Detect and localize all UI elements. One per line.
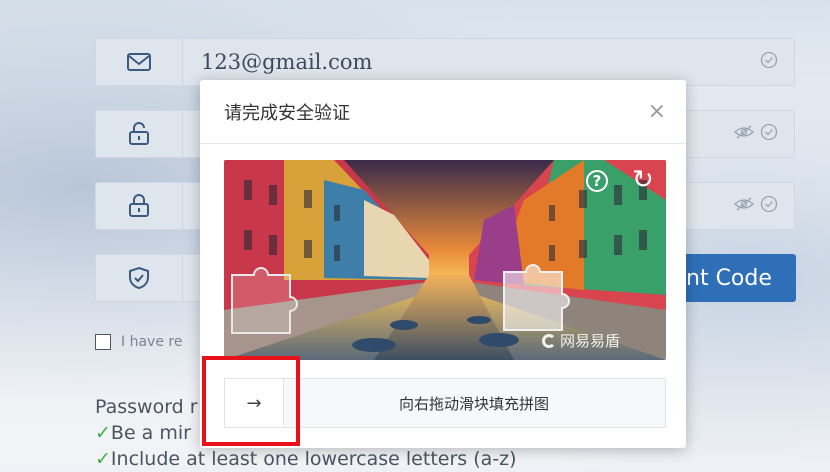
rule-item: ✓Include at least one lowercase letters … — [95, 446, 517, 472]
check-circle-icon — [760, 123, 778, 145]
agree-checkbox[interactable] — [95, 334, 111, 350]
eye-off-icon[interactable] — [734, 196, 754, 216]
email-value: 123@gmail.com — [201, 50, 373, 74]
email-field[interactable]: 123@gmail.com — [95, 38, 795, 86]
unlock-icon — [96, 111, 183, 157]
yidun-logo-icon — [542, 333, 556, 348]
rule-text: Be a mir — [110, 422, 191, 444]
close-icon[interactable]: × — [648, 101, 666, 123]
send-code-button[interactable]: nt Code — [676, 254, 796, 302]
annotation-highlight-box — [202, 356, 300, 446]
captcha-image: ? ↻ 网易易盾 — [224, 160, 666, 360]
agree-row: I have re — [95, 334, 182, 350]
rule-text: Include at least one lowercase letters (… — [110, 448, 517, 470]
help-icon[interactable]: ? — [586, 170, 608, 192]
shield-check-icon — [96, 255, 183, 301]
slider-hint: 向右拖动滑块填充拼图 — [398, 394, 549, 413]
refresh-icon[interactable]: ↻ — [632, 166, 654, 194]
mail-icon — [96, 39, 183, 85]
netease-yidun-logo: 网易易盾 — [542, 330, 620, 351]
yidun-brand-text: 网易易盾 — [560, 332, 621, 350]
eye-off-icon[interactable] — [734, 124, 754, 144]
captcha-header: 请完成安全验证 × — [200, 80, 686, 144]
agree-text: I have re — [121, 334, 183, 350]
check-icon: ✓ — [95, 422, 111, 444]
check-circle-icon — [760, 51, 778, 73]
captcha-title: 请完成安全验证 — [224, 102, 350, 124]
check-icon: ✓ — [95, 448, 111, 470]
check-circle-icon — [760, 195, 778, 217]
lock-icon — [96, 183, 183, 229]
